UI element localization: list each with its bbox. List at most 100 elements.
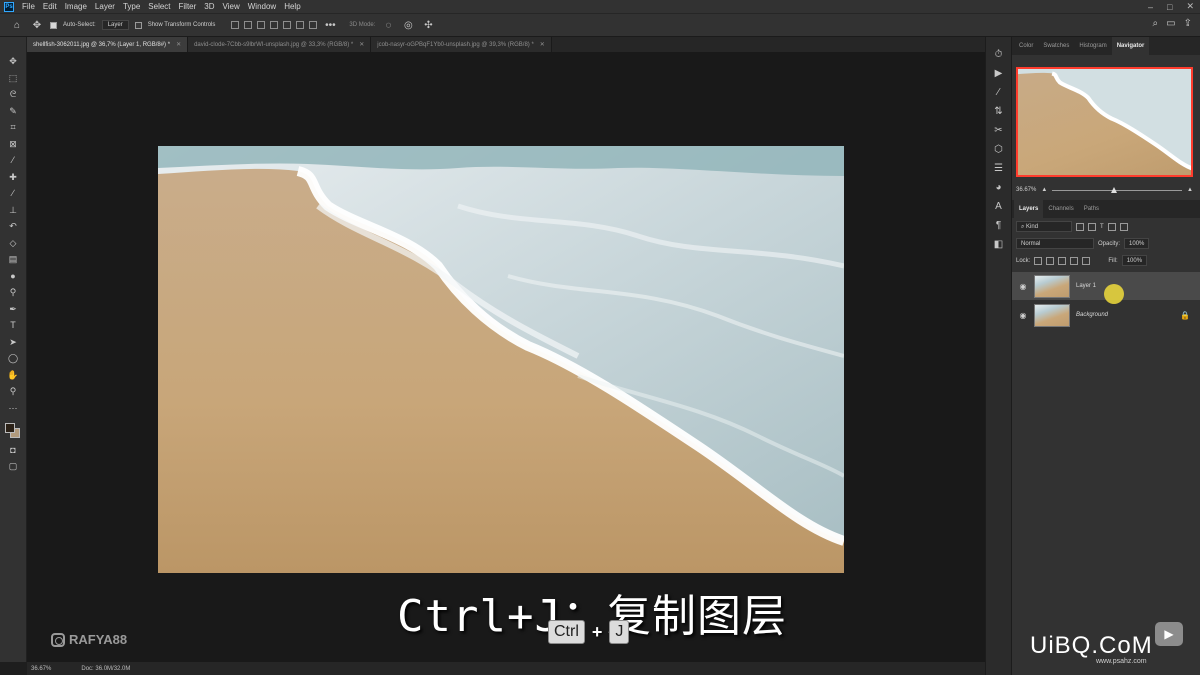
auto-select-dropdown[interactable]: Layer xyxy=(101,20,129,30)
layer-row-background[interactable]: ◉ Background 🔒 xyxy=(1012,301,1200,329)
3d-icon[interactable]: ⬡ xyxy=(992,144,1006,156)
menu-3d[interactable]: 3D xyxy=(204,2,214,11)
auto-select-checkbox[interactable] xyxy=(50,21,57,29)
quick-mask-icon[interactable]: ◘ xyxy=(6,444,20,457)
doc-tab-jcob-nasyr[interactable]: jcob-nasyr-oGPBqF1Yb0-unsplash.jpg @ 39,… xyxy=(371,37,552,52)
navigator-zoom-slider[interactable] xyxy=(1052,186,1183,193)
align-bottom-icon[interactable] xyxy=(296,21,305,29)
align-middle-icon[interactable] xyxy=(283,21,292,29)
blur-icon[interactable]: ● xyxy=(6,270,20,283)
canvas-area[interactable]: Ctrl+J：复制图层 Ctrl + J RAFYA88 xyxy=(27,52,985,662)
menu-filter[interactable]: Filter xyxy=(179,2,197,11)
menu-image[interactable]: Image xyxy=(65,2,87,11)
lock-position-icon[interactable] xyxy=(1058,256,1067,265)
navigator-zoom-value[interactable]: 36.67% xyxy=(1016,187,1036,193)
filter-type-icon[interactable]: T xyxy=(1100,224,1104,230)
fill-field[interactable]: 100% xyxy=(1121,255,1148,266)
tab-color[interactable]: Color xyxy=(1014,37,1038,55)
marquee-icon[interactable]: ⬚ xyxy=(6,72,20,85)
adjustments-icon[interactable]: ⇅ xyxy=(992,106,1006,118)
tab-paths[interactable]: Paths xyxy=(1079,200,1104,218)
menu-layer[interactable]: Layer xyxy=(95,2,115,11)
layer-name[interactable]: Layer 1 xyxy=(1076,283,1096,289)
lock-image-icon[interactable] xyxy=(1046,256,1055,265)
navigator-thumbnail[interactable] xyxy=(1016,67,1193,177)
distribute-icon[interactable] xyxy=(309,21,318,29)
brush-icon[interactable]: ∕ xyxy=(6,187,20,200)
brush-settings-icon[interactable]: ∕ xyxy=(992,87,1006,99)
paragraph-icon[interactable]: ¶ xyxy=(992,220,1006,232)
more-options-icon[interactable]: ••• xyxy=(323,20,337,31)
path-select-icon[interactable]: ➤ xyxy=(6,336,20,349)
gradient-icon[interactable]: ▤ xyxy=(6,253,20,266)
share-icon[interactable]: ⇪ xyxy=(1184,18,1192,29)
properties-icon[interactable]: ☰ xyxy=(992,163,1006,175)
status-zoom[interactable]: 36.67% xyxy=(31,666,51,672)
history-icon[interactable]: ⏱ xyxy=(992,49,1006,61)
tab-channels[interactable]: Channels xyxy=(1043,200,1078,218)
menu-file[interactable]: File xyxy=(22,2,35,11)
layer-comps-icon[interactable]: ◧ xyxy=(992,239,1006,251)
history-brush-icon[interactable]: ↶ xyxy=(6,220,20,233)
filter-shape-icon[interactable] xyxy=(1107,222,1116,231)
screen-mode-icon[interactable]: ▢ xyxy=(6,460,20,473)
healing-icon[interactable]: ✚ xyxy=(6,171,20,184)
hand-icon[interactable]: ✋ xyxy=(6,369,20,382)
menu-select[interactable]: Select xyxy=(148,2,170,11)
align-right-icon[interactable] xyxy=(257,21,266,29)
close-icon[interactable]: ✕ xyxy=(540,41,545,48)
character-icon[interactable]: A xyxy=(992,201,1006,213)
layer-filter-kind[interactable]: ⌕ Kind xyxy=(1016,221,1072,232)
tab-swatches[interactable]: Swatches xyxy=(1038,37,1074,55)
layer-name[interactable]: Background xyxy=(1076,312,1108,318)
zoom-out-icon[interactable]: ▲ xyxy=(1041,187,1047,193)
doc-tab-david-clode[interactable]: david-clode-7Cbb-s9lbrWI-unsplash.jpg @ … xyxy=(188,37,372,52)
lock-artboard-icon[interactable] xyxy=(1070,256,1079,265)
quick-select-icon[interactable]: ✎ xyxy=(6,105,20,118)
workspace-icon[interactable]: ▭ xyxy=(1166,18,1175,29)
3d-orbit-icon[interactable]: ◌ xyxy=(381,20,395,31)
pen-icon[interactable]: ✒ xyxy=(6,303,20,316)
opacity-field[interactable]: 100% xyxy=(1124,238,1150,249)
zoom-in-icon[interactable]: ▲ xyxy=(1187,187,1193,193)
frame-icon[interactable]: ⊠ xyxy=(6,138,20,151)
3d-pan-icon[interactable]: ✣ xyxy=(421,20,435,31)
menu-help[interactable]: Help xyxy=(284,2,300,11)
align-top-icon[interactable] xyxy=(270,21,279,29)
slider-handle[interactable] xyxy=(1110,186,1117,193)
align-center-icon[interactable] xyxy=(244,21,253,29)
menu-type[interactable]: Type xyxy=(123,2,140,11)
close-icon[interactable]: ✕ xyxy=(1186,1,1194,12)
shape-icon[interactable]: ◯ xyxy=(6,352,20,365)
stamp-icon[interactable]: ⊥ xyxy=(6,204,20,217)
close-icon[interactable]: ✕ xyxy=(176,41,181,48)
show-transform-checkbox[interactable] xyxy=(134,21,142,29)
lock-transparent-icon[interactable] xyxy=(1034,256,1043,265)
navigator-view-box[interactable] xyxy=(1016,67,1193,177)
minimize-icon[interactable]: – xyxy=(1148,2,1153,12)
color-swatches[interactable] xyxy=(4,422,22,440)
filter-smart-object-icon[interactable] xyxy=(1119,222,1128,231)
visibility-eye-icon[interactable]: ◉ xyxy=(1018,282,1028,291)
maximize-icon[interactable]: □ xyxy=(1167,2,1172,12)
beach-photo[interactable] xyxy=(158,146,844,573)
color-wheel-icon[interactable]: ◕ xyxy=(992,182,1006,194)
tab-histogram[interactable]: Histogram xyxy=(1074,37,1111,55)
eyedropper-icon[interactable]: ⁄ xyxy=(6,154,20,167)
tab-navigator[interactable]: Navigator xyxy=(1111,37,1150,55)
visibility-eye-icon[interactable]: ◉ xyxy=(1018,311,1028,320)
lasso-icon[interactable]: ᘓ xyxy=(6,88,20,101)
menu-edit[interactable]: Edit xyxy=(43,2,57,11)
tab-layers[interactable]: Layers xyxy=(1014,200,1044,218)
move-tool-icon[interactable]: ✥ xyxy=(30,20,44,31)
type-icon[interactable]: T xyxy=(6,319,20,332)
filter-adjustment-icon[interactable] xyxy=(1088,222,1096,231)
more-tools-icon[interactable]: ⋯ xyxy=(6,402,20,415)
home-icon[interactable]: ⌂ xyxy=(10,20,24,31)
actions-play-icon[interactable]: ▶ xyxy=(992,68,1006,80)
foreground-color[interactable] xyxy=(5,423,15,433)
align-left-icon[interactable] xyxy=(231,21,240,29)
eraser-icon[interactable]: ◇ xyxy=(6,237,20,250)
menu-window[interactable]: Window xyxy=(248,2,276,11)
dodge-icon[interactable]: ⚲ xyxy=(6,286,20,299)
